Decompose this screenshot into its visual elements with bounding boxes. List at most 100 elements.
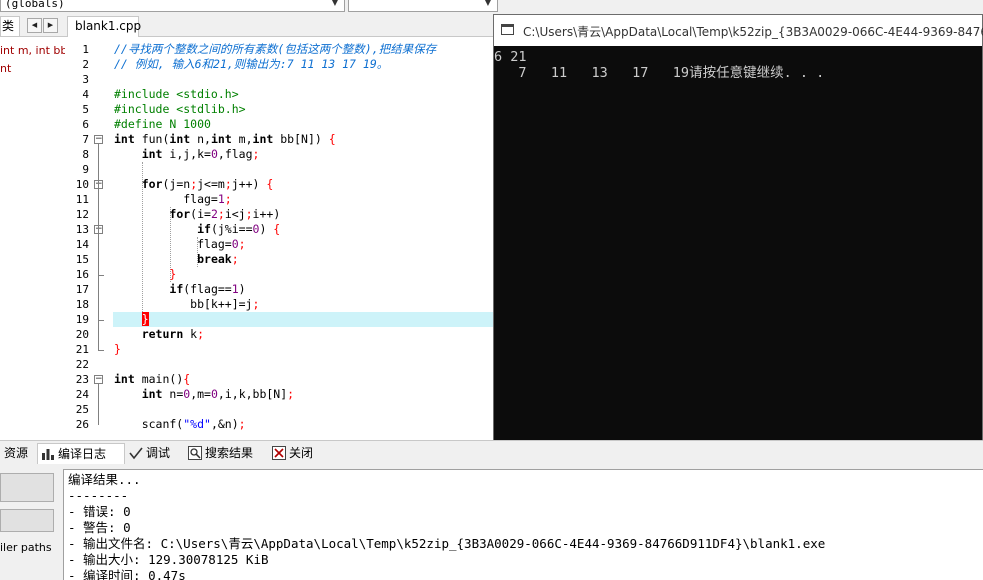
tab-resources[interactable]: 资源	[4, 443, 36, 464]
code-editor: blank1.cpp 1 2 3 4 5 6 7 8 9 10 11 12 13 14 15 16 17 18 19…	[65, 14, 493, 440]
code-line: #define N 1000	[114, 117, 211, 132]
line-number: 23	[75, 373, 89, 386]
line-number-gutter: 1 2 3 4 5 6 7 8 9 10 11 12 13 14 15 16 17 18 19 20 21 22 23 24 2…	[65, 40, 113, 440]
compiler-paths-label: iler paths	[0, 541, 52, 554]
code-token: return	[141, 327, 184, 341]
line-number: 1	[82, 43, 89, 56]
code-token: #include <stdio.h>	[114, 87, 239, 101]
compile-option-button[interactable]	[0, 473, 54, 502]
log-line: - 输出文件名: C:\Users\青云\AppData\Local\Temp\…	[68, 536, 826, 551]
tab-file-label: blank1.cpp	[75, 19, 142, 33]
symbol-combo[interactable]: ▼	[348, 0, 498, 12]
fold-toggle-icon[interactable]: −	[94, 375, 103, 384]
tab-debug[interactable]: 调试	[129, 443, 183, 464]
code-line: if(flag==1)	[114, 282, 245, 297]
line-number: 21	[75, 343, 89, 356]
code-token: 1	[217, 192, 225, 206]
code-token: {	[328, 132, 336, 146]
code-area[interactable]: //寻找两个整数之间的所有素数(包括这两个整数),把结果保存// 例如, 输入6…	[113, 40, 493, 440]
top-toolbar: (globals) ▼ ▼	[0, 0, 983, 14]
code-token: ;	[238, 237, 246, 251]
code-line: break;	[114, 252, 239, 267]
code-line: flag=1;	[114, 192, 232, 207]
line-number: 4	[82, 88, 89, 101]
log-line: - 错误: 0	[68, 504, 131, 519]
code-line: for(j=n;j<=m;j++) {	[114, 177, 274, 192]
code-token: 0	[231, 237, 239, 251]
compile-option-button[interactable]	[0, 509, 54, 532]
line-number: 11	[75, 193, 89, 206]
scroll-right-button[interactable]: ▶	[43, 18, 58, 33]
checkmark-icon	[129, 447, 143, 459]
class-item[interactable]: nt	[0, 62, 11, 75]
code-token: int	[141, 387, 163, 401]
code-token: {	[266, 177, 274, 191]
code-token: 0	[210, 387, 218, 401]
class-browser-panel: 类 ◀ ▶ int m, int bb nt	[0, 14, 67, 440]
class-item[interactable]: int m, int bb	[0, 44, 67, 57]
code-token: if	[197, 222, 211, 236]
compile-log-output[interactable]: 编译结果... -------- - 错误: 0- 警告: 0- 输出文件名: C:…	[63, 469, 983, 580]
current-line-highlight	[113, 312, 493, 327]
tab-search-results[interactable]: 搜索结果	[188, 443, 268, 464]
tab-classes[interactable]: 类	[0, 16, 20, 36]
fold-line	[98, 384, 99, 425]
code-token: ;	[245, 207, 253, 221]
code-token: (flag==	[183, 282, 232, 296]
console-icon	[501, 24, 514, 35]
code-line: int i,j,k=0,flag;	[114, 147, 260, 162]
code-token: 1	[231, 282, 239, 296]
code-token: (i=	[190, 207, 211, 221]
tab-compile-log-label: 编译日志	[58, 447, 107, 461]
code-token: i,j,k=	[162, 147, 211, 161]
code-token: 0	[210, 147, 218, 161]
code-token: int	[141, 147, 163, 161]
code-token: ])	[307, 132, 329, 146]
code-token: int	[210, 132, 232, 146]
code-token: N	[301, 132, 308, 146]
code-token: 2	[210, 207, 218, 221]
tab-compile-log[interactable]: 编译日志	[37, 443, 125, 464]
close-panel-icon	[272, 445, 286, 460]
line-number: 19	[75, 313, 89, 326]
log-line: 编译结果...	[68, 472, 141, 487]
code-line: // 例如, 输入6和21,则输出为:7 11 13 17 19。	[114, 57, 388, 72]
fold-toggle-icon[interactable]: −	[94, 135, 103, 144]
scope-combo[interactable]: (globals) ▼	[0, 0, 345, 12]
code-token: ;	[252, 297, 260, 311]
code-token: if	[169, 282, 184, 296]
line-number: 16	[75, 268, 89, 281]
code-token: "%d"	[183, 417, 211, 431]
tab-blank1-cpp[interactable]: blank1.cpp	[67, 16, 142, 37]
line-number: 2	[82, 58, 89, 71]
tab-close[interactable]: 关闭	[272, 443, 326, 464]
line-number: 6	[82, 118, 89, 131]
code-token: }	[114, 342, 121, 356]
scope-combo-value: (globals)	[5, 0, 65, 10]
tab-search-results-label: 搜索结果	[205, 446, 254, 460]
code-token: }	[169, 267, 177, 281]
code-token: //寻找两个整数之间的所有素数(包括这两个整数),把结果保存	[114, 42, 437, 56]
line-number: 7	[82, 133, 89, 146]
tab-close-label: 关闭	[289, 446, 314, 460]
code-line: #include <stdlib.h>	[114, 102, 246, 117]
code-token: k	[183, 327, 198, 341]
code-token: ;	[287, 387, 295, 401]
console-output-line: 6 21	[494, 49, 527, 65]
fold-end-marker	[98, 320, 104, 321]
code-line: return k;	[114, 327, 204, 342]
code-token: ;	[224, 192, 232, 206]
code-line: scanf("%d",&n);	[114, 417, 246, 432]
code-token: }	[141, 312, 149, 326]
code-token: j++)	[231, 177, 267, 191]
code-token: fun(	[134, 132, 170, 146]
console-title-bar[interactable]: C:\Users\青云\AppData\Local\Temp\k52zip_{3…	[494, 15, 983, 46]
code-line: #include <stdio.h>	[114, 87, 239, 102]
code-token: ,&n)	[210, 417, 239, 431]
chevron-down-icon: ▼	[484, 0, 492, 7]
scroll-left-button[interactable]: ◀	[27, 18, 42, 33]
code-token: // 例如, 输入6和21,则输出为:7 11 13 17 19。	[114, 57, 389, 71]
